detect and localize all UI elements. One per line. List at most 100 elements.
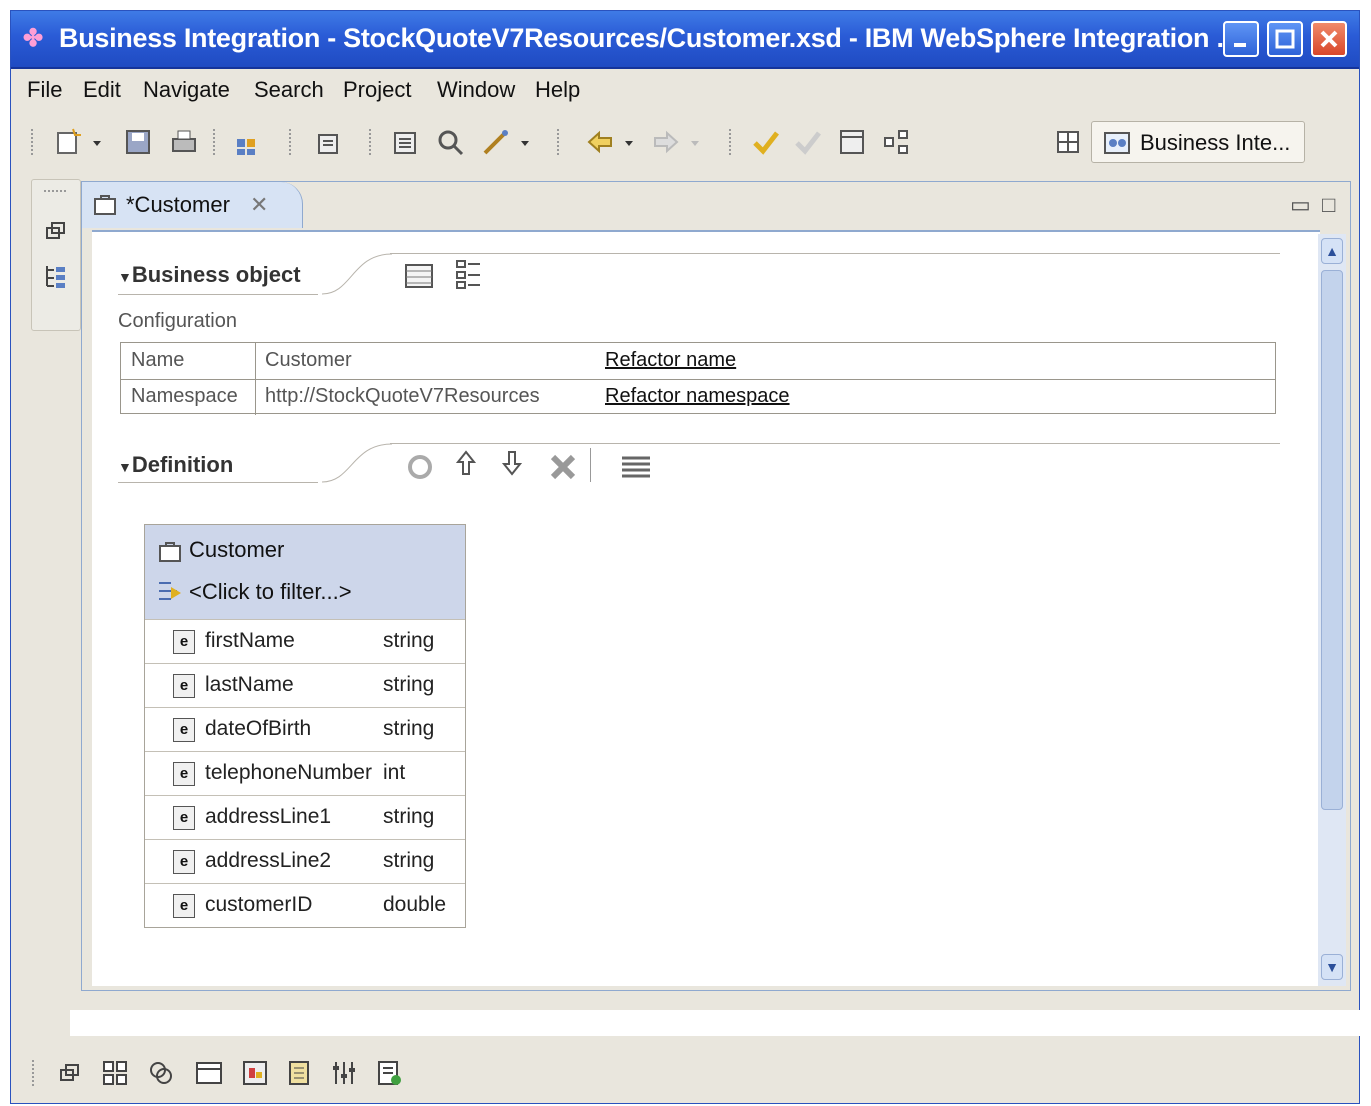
field-name[interactable]: addressLine2 <box>205 849 331 873</box>
sash-handle[interactable] <box>81 997 1351 1009</box>
field-name[interactable]: addressLine1 <box>205 805 331 829</box>
menu-search[interactable]: Search <box>254 77 324 103</box>
field-row-telephonenumber[interactable]: e telephoneNumber int <box>145 751 465 796</box>
field-name[interactable]: dateOfBirth <box>205 717 311 741</box>
delete-icon[interactable] <box>548 452 578 482</box>
tasks-icon[interactable] <box>374 1058 404 1088</box>
open-perspective-icon[interactable] <box>1053 127 1083 157</box>
menu-navigate[interactable]: Navigate <box>143 77 230 103</box>
trim-handle[interactable] <box>44 190 68 192</box>
new-module-icon[interactable] <box>233 127 263 157</box>
scroll-up-icon[interactable]: ▲ <box>1321 238 1343 264</box>
back-icon[interactable] <box>585 127 615 157</box>
section-curve <box>322 443 392 483</box>
field-type[interactable]: string <box>383 717 434 741</box>
open-resource-icon[interactable] <box>391 127 421 157</box>
trim-handle[interactable] <box>32 1060 34 1088</box>
element-icon: e <box>173 718 195 742</box>
business-object-section-header[interactable]: ▼Business object <box>118 262 301 288</box>
chevron-down-icon[interactable] <box>623 127 635 157</box>
field-name[interactable]: customerID <box>205 893 312 917</box>
hierarchy-icon[interactable] <box>881 127 911 157</box>
tree-view-icon[interactable] <box>454 258 484 290</box>
toolbar-separator <box>729 129 731 157</box>
minimize-button[interactable] <box>1223 21 1259 57</box>
refresh-icon[interactable] <box>146 1058 176 1088</box>
menu-edit[interactable]: Edit <box>83 77 121 103</box>
menu-project[interactable]: Project <box>343 77 411 103</box>
title-bar[interactable]: ✤ Business Integration - StockQuoteV7Res… <box>11 11 1359 69</box>
problems-icon[interactable] <box>240 1058 270 1088</box>
vertical-scrollbar[interactable]: ▲ ▼ <box>1318 234 1346 986</box>
refactor-name-link[interactable]: Refactor name <box>605 349 736 372</box>
print-icon[interactable] <box>169 127 199 157</box>
websphere-app-icon: ✤ <box>23 25 44 52</box>
field-type[interactable]: double <box>383 893 446 917</box>
search-icon[interactable] <box>435 127 465 157</box>
new-wizard-icon[interactable] <box>53 127 83 157</box>
field-type[interactable]: string <box>383 673 434 697</box>
move-up-icon[interactable] <box>454 448 478 478</box>
scrollbar-thumb[interactable] <box>1321 270 1343 810</box>
tab-close-icon[interactable]: ✕ <box>250 192 268 218</box>
status-area <box>70 1010 1360 1036</box>
bindings-icon[interactable] <box>328 1058 358 1088</box>
collapse-triangle-icon: ▼ <box>118 269 132 285</box>
name-value-field[interactable]: Customer <box>265 349 352 372</box>
refactor-namespace-link[interactable]: Refactor namespace <box>605 385 790 408</box>
field-row-firstname[interactable]: e firstName string <box>145 619 465 664</box>
column-divider <box>255 379 256 415</box>
field-row-dateofbirth[interactable]: e dateOfBirth string <box>145 707 465 752</box>
tab-customer[interactable]: *Customer ✕ <box>82 182 303 228</box>
maximize-view-icon[interactable]: □ <box>1322 192 1335 218</box>
restore-icon[interactable] <box>56 1058 86 1088</box>
save-icon[interactable] <box>123 127 153 157</box>
close-button[interactable] <box>1311 21 1347 57</box>
main-toolbar: Business Inte... <box>11 111 1359 175</box>
toolbar-separator <box>289 129 291 157</box>
namespace-value-field[interactable]: http://StockQuoteV7Resources <box>265 385 540 408</box>
bottom-trim-bar <box>20 1044 430 1094</box>
outline-icon[interactable] <box>100 1058 130 1088</box>
element-icon: e <box>173 806 195 830</box>
business-object-section-title: Business object <box>131 262 301 287</box>
field-name[interactable]: telephoneNumber <box>205 761 372 785</box>
chevron-down-icon[interactable] <box>519 127 531 157</box>
perspective-button[interactable]: Business Inte... <box>1091 121 1305 163</box>
scroll-down-icon[interactable]: ▼ <box>1321 954 1343 980</box>
field-type[interactable]: string <box>383 805 434 829</box>
section-divider <box>390 443 1280 444</box>
definition-section-header[interactable]: ▼Definition <box>118 452 233 478</box>
config-label: Name <box>131 349 185 371</box>
minimize-view-icon[interactable]: ▭ <box>1290 192 1311 218</box>
configuration-label: Configuration <box>118 310 237 332</box>
console-icon[interactable] <box>194 1058 224 1088</box>
test-icon[interactable] <box>751 127 781 157</box>
field-row-customerid[interactable]: e customerID double <box>145 883 465 928</box>
menu-file[interactable]: File <box>27 77 62 103</box>
move-down-icon[interactable] <box>500 448 524 478</box>
menu-help[interactable]: Help <box>535 77 580 103</box>
properties-icon[interactable] <box>837 127 867 157</box>
field-type[interactable]: int <box>383 761 405 785</box>
field-type[interactable]: string <box>383 629 434 653</box>
table-view-icon[interactable] <box>404 262 434 290</box>
list-view-icon[interactable] <box>620 454 652 478</box>
field-name[interactable]: lastName <box>205 673 294 697</box>
open-type-icon[interactable] <box>313 127 343 157</box>
field-row-addressline1[interactable]: e addressLine1 string <box>145 795 465 840</box>
restore-icon[interactable] <box>44 220 68 244</box>
field-row-addressline2[interactable]: e addressLine2 string <box>145 839 465 884</box>
outline-view-icon[interactable] <box>44 262 68 290</box>
field-name[interactable]: firstName <box>205 629 295 653</box>
business-object-box[interactable]: Customer <Click to filter...> e firstNam… <box>144 524 466 928</box>
field-type[interactable]: string <box>383 849 434 873</box>
servers-icon[interactable] <box>284 1058 314 1088</box>
deploy-icon[interactable] <box>481 127 511 157</box>
field-row-lastname[interactable]: e lastName string <box>145 663 465 708</box>
filter-input[interactable]: <Click to filter...> <box>189 579 352 605</box>
chevron-down-icon[interactable] <box>91 127 103 157</box>
maximize-button[interactable] <box>1267 21 1303 57</box>
menu-window[interactable]: Window <box>437 77 515 103</box>
menu-bar: File Edit Navigate Search Project Window… <box>11 69 1359 107</box>
